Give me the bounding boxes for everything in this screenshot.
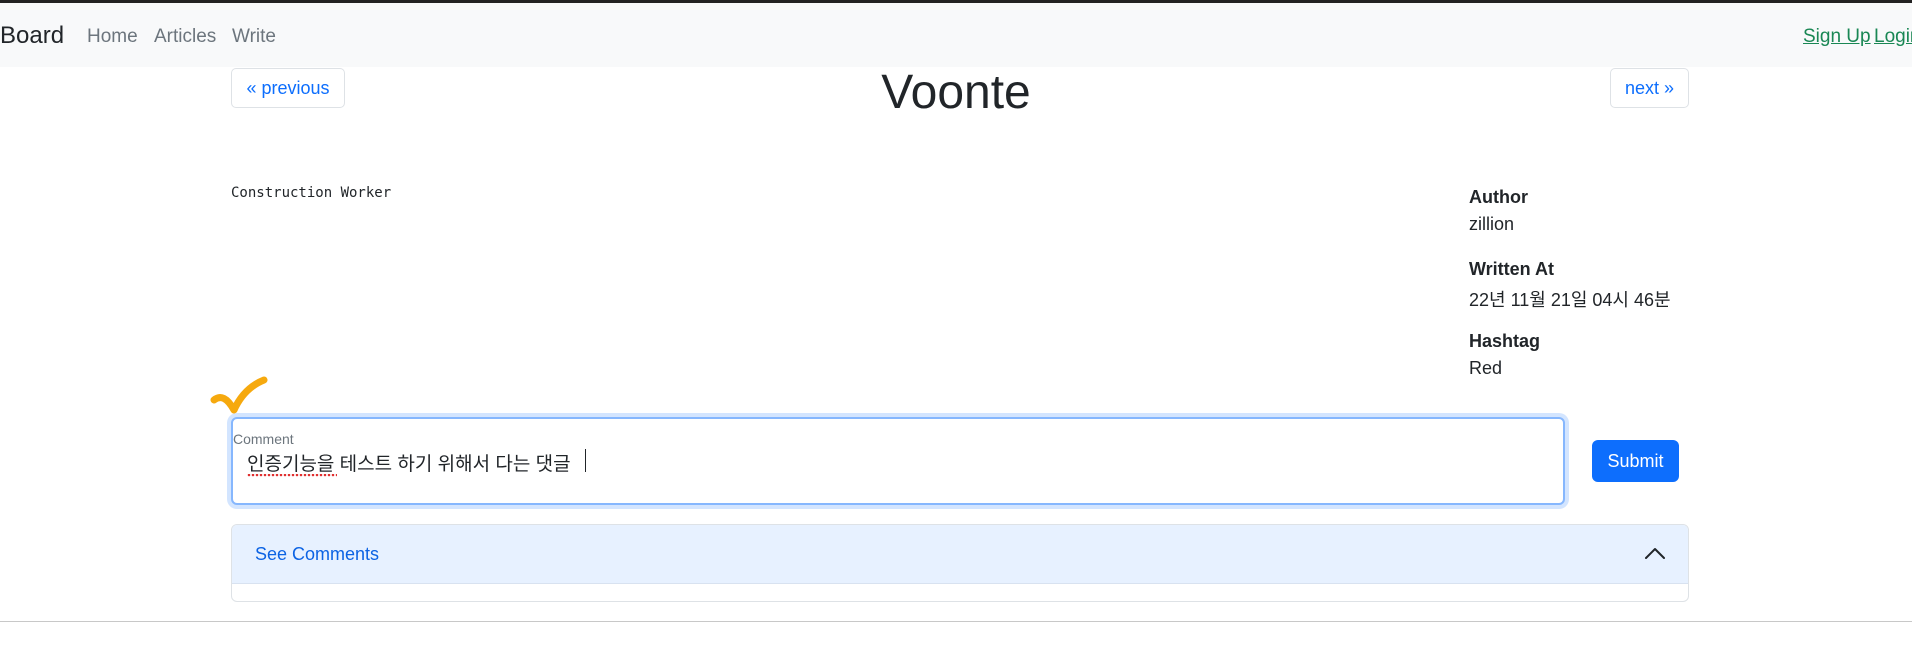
- comments-accordion: See Comments: [231, 524, 1689, 602]
- nav-link-articles[interactable]: Articles: [154, 26, 216, 48]
- accordion-title: See Comments: [255, 544, 380, 564]
- navbar: Board Home Articles Write Sign Up Login: [0, 3, 1912, 67]
- author-label: Author: [1469, 187, 1528, 207]
- author-value: zillion: [1469, 214, 1515, 234]
- navbar-brand[interactable]: Board: [0, 22, 64, 50]
- see-comments-toggle[interactable]: See Comments: [232, 525, 1688, 584]
- hashtag-label: Hashtag: [1469, 331, 1541, 351]
- nav-link-write[interactable]: Write: [232, 26, 276, 48]
- sign-up-link[interactable]: Sign Up: [1803, 26, 1871, 48]
- next-button[interactable]: next »: [1610, 68, 1689, 108]
- comment-field-value[interactable]: 인증기능을 테스트 하기 위해서 다는 댓글: [247, 449, 571, 476]
- comment-input[interactable]: Comment 인증기능을 테스트 하기 위해서 다는 댓글: [231, 417, 1565, 505]
- divider: [0, 621, 1912, 622]
- spellcheck-underline: [247, 474, 337, 477]
- written-at-label: Written At: [1469, 259, 1554, 279]
- submit-button[interactable]: Submit: [1592, 440, 1679, 482]
- login-link[interactable]: Login: [1874, 26, 1912, 48]
- hashtag-value[interactable]: Red: [1469, 358, 1502, 379]
- text-caret: [585, 449, 586, 472]
- nav-link-home[interactable]: Home: [87, 26, 138, 48]
- comment-field-label: Comment: [233, 431, 294, 447]
- article-content: Construction Worker: [231, 185, 392, 201]
- written-at-value: 22년 11월 21일 04시 46분: [1469, 290, 1671, 310]
- chevron-up-icon: [1645, 548, 1665, 559]
